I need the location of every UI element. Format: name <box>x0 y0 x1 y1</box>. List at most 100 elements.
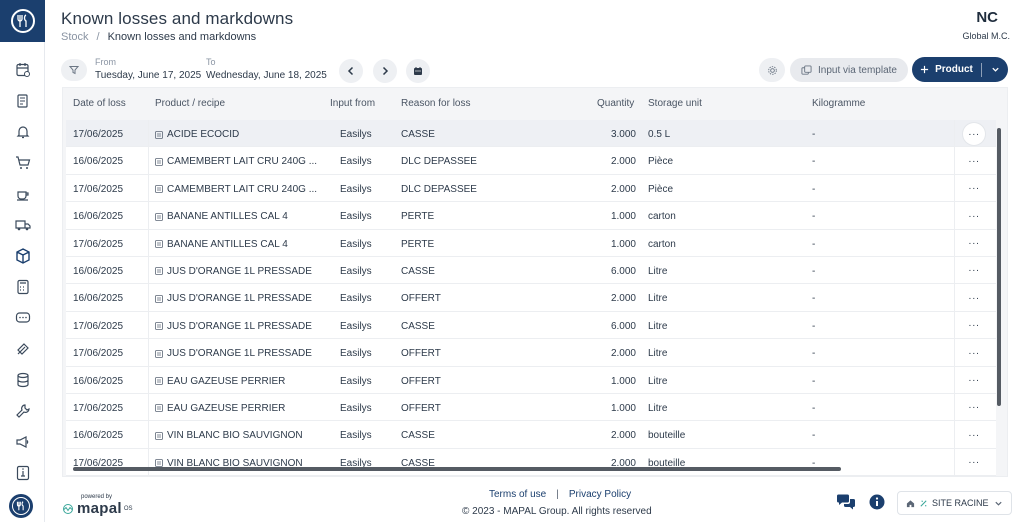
table-row[interactable]: 16/06/2025 EAU GAZEUSE PERRIER Easilys OFFE… <box>66 366 996 394</box>
cell-input-from: Easilys <box>340 238 372 250</box>
site-selector[interactable]: SITE RACINE <box>897 491 1012 515</box>
product-sheet-icon <box>155 431 163 440</box>
filter-icon <box>69 66 79 75</box>
row-more-actions-button[interactable]: ··· <box>963 123 985 145</box>
table-row[interactable]: 16/06/2025 BANANE ANTILLES CAL 4 Easilys PE… <box>66 202 996 230</box>
column-header-quantity[interactable]: Quantity <box>597 98 634 109</box>
cell-product: EAU GAZEUSE PERRIER <box>155 376 285 387</box>
row-more-actions-button[interactable]: ··· <box>963 399 985 417</box>
row-more-actions-button[interactable]: ··· <box>963 180 985 198</box>
cell-product: BANANE ANTILLES CAL 4 <box>155 211 288 222</box>
info-icon[interactable] <box>869 494 885 510</box>
table-row[interactable]: 17/06/2025 ACIDE ECOCID Easilys CASSE 3.000 0… <box>66 120 996 148</box>
info-card-icon <box>16 465 29 480</box>
row-more-actions-button[interactable]: ··· <box>963 289 985 307</box>
cell-product: BANANE ANTILLES CAL 4 <box>155 239 288 250</box>
table-row[interactable]: 17/06/2025 EAU GAZEUSE PERRIER Easilys OFFE… <box>66 393 996 422</box>
cell-storage-unit: Litre <box>648 402 668 414</box>
add-product-main[interactable]: Product <box>912 64 981 75</box>
column-divider <box>148 202 149 229</box>
sidebar-item-info[interactable] <box>0 457 45 488</box>
column-header-reason[interactable]: Reason for loss <box>401 98 470 109</box>
input-via-template-button[interactable]: Input via template <box>790 58 908 82</box>
column-header-input[interactable]: Input from <box>330 98 375 109</box>
sidebar-item-dashboard[interactable] <box>0 54 45 85</box>
table-row[interactable]: 17/06/2025 VIN BLANC BIO SAUVIGNON Easilys… <box>66 448 996 476</box>
sidebar-item-database[interactable] <box>0 364 45 395</box>
product-dropdown-toggle[interactable] <box>982 65 1008 74</box>
table-row[interactable]: 17/06/2025 JUS D'ORANGE 1L PRESSADE Easily… <box>66 339 996 367</box>
sidebar-item-messages[interactable] <box>0 302 45 333</box>
sidebar-item-invoices[interactable] <box>0 85 45 116</box>
page-title: Known losses and markdowns <box>61 9 294 28</box>
privacy-link[interactable]: Privacy Policy <box>569 489 631 500</box>
sidebar-item-production[interactable] <box>0 178 45 209</box>
column-header-date[interactable]: Date of loss <box>73 98 126 109</box>
sidebar-item-deliveries[interactable] <box>0 209 45 240</box>
date-from-value: Tuesday, June 17, 2025 <box>95 70 202 81</box>
column-header-storage-unit[interactable]: Storage unit <box>648 98 702 109</box>
sidebar-item-tools[interactable] <box>0 333 45 364</box>
date-from[interactable]: From Tuesday, June 17, 2025 <box>95 57 201 81</box>
site-label: SITE RACINE <box>932 498 989 508</box>
truck-icon <box>14 219 31 230</box>
row-more-actions-button[interactable]: ··· <box>963 426 985 444</box>
filter-button[interactable] <box>61 59 87 81</box>
date-to[interactable]: To Wednesday, June 18, 2025 <box>206 57 327 81</box>
table-row[interactable]: 17/06/2025 BANANE ANTILLES CAL 4 Easilys PE… <box>66 229 996 257</box>
cell-storage-unit: 0.5 L <box>648 129 671 140</box>
table-row[interactable]: 16/06/2025 JUS D'ORANGE 1L PRESSADE Easily… <box>66 284 996 312</box>
table-row[interactable]: 16/06/2025 JUS D'ORANGE 1L PRESSADE Easily… <box>66 256 996 285</box>
row-more-actions-button[interactable]: ··· <box>963 317 985 335</box>
row-more-actions-button[interactable]: ··· <box>963 262 985 280</box>
sidebar-item-settings[interactable] <box>0 395 45 426</box>
cell-kilogramme: - <box>812 293 816 305</box>
row-more-actions-button[interactable]: ··· <box>963 344 985 362</box>
add-product-button[interactable]: Product <box>912 57 1008 82</box>
sidebar-item-stock[interactable] <box>0 240 45 271</box>
settings-button[interactable] <box>759 58 785 82</box>
sidebar-item-calculator[interactable] <box>0 271 45 302</box>
sidebar-item-announcements[interactable] <box>0 426 45 457</box>
table-row[interactable]: 16/06/2025 CAMEMBERT LAIT CRU 240G ... Eas… <box>66 147 996 175</box>
product-sheet-icon <box>155 459 163 468</box>
cell-input-from: Easilys <box>340 348 372 360</box>
product-name: JUS D'ORANGE 1L PRESSADE <box>167 265 312 277</box>
row-more-actions-button[interactable]: ··· <box>963 207 985 225</box>
date-from-label: From <box>95 57 116 67</box>
calendar-button[interactable] <box>406 59 430 83</box>
app-logo[interactable] <box>0 0 45 42</box>
calculator-icon <box>16 279 29 294</box>
table-row[interactable]: 16/06/2025 VIN BLANC BIO SAUVIGNON Easilys… <box>66 421 996 449</box>
cell-quantity: 6.000 <box>610 320 636 332</box>
cell-kilogramme: - <box>812 211 816 223</box>
chat-icon[interactable] <box>836 494 856 510</box>
breadcrumb-stock[interactable]: Stock <box>61 31 89 43</box>
user-initials[interactable]: NC <box>976 9 998 26</box>
column-divider <box>954 202 955 229</box>
vertical-scrollbar[interactable] <box>997 128 1001 406</box>
home-icon <box>906 499 915 507</box>
next-period-button[interactable] <box>373 59 397 83</box>
cell-date: 17/06/2025 <box>73 320 124 332</box>
column-divider <box>954 339 955 366</box>
table-row[interactable]: 17/06/2025 JUS D'ORANGE 1L PRESSADE Easily… <box>66 311 996 340</box>
column-header-product[interactable]: Product / recipe <box>155 98 225 109</box>
row-more-actions-button[interactable]: ··· <box>963 454 985 472</box>
table-row[interactable]: 17/06/2025 CAMEMBERT LAIT CRU 240G ... Eas… <box>66 174 996 203</box>
horizontal-scrollbar[interactable] <box>73 467 841 471</box>
column-header-kilogramme[interactable]: Kilogramme <box>812 98 865 109</box>
thermometer-icon <box>16 342 29 355</box>
user-avatar[interactable] <box>9 494 33 518</box>
row-more-actions-button[interactable]: ··· <box>963 235 985 253</box>
sidebar-item-alerts[interactable] <box>0 116 45 147</box>
cell-kilogramme: - <box>812 430 816 442</box>
row-more-actions-button[interactable]: ··· <box>963 372 985 390</box>
sidebar-item-orders[interactable] <box>0 147 45 178</box>
cell-kilogramme: - <box>812 129 816 140</box>
row-more-actions-button[interactable]: ··· <box>963 152 985 170</box>
terms-link[interactable]: Terms of use <box>489 489 546 500</box>
cell-reason: CASSE <box>401 430 435 442</box>
previous-period-button[interactable] <box>339 59 363 83</box>
cell-kilogramme: - <box>812 320 816 332</box>
